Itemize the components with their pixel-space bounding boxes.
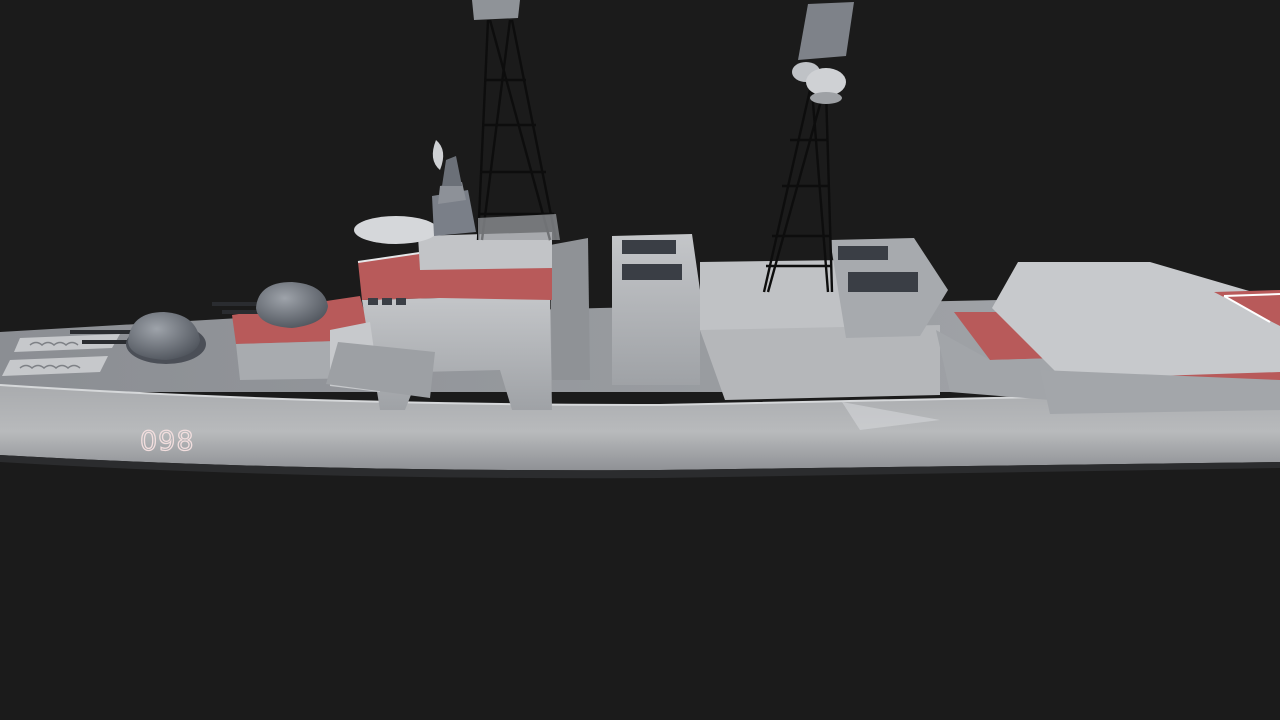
bridge-window <box>396 298 406 305</box>
radar-antenna-icon <box>798 2 854 60</box>
deckhouse-window <box>838 246 888 260</box>
bridge-window <box>382 298 392 305</box>
stack-vent <box>622 240 676 254</box>
radar-dish-icon <box>432 140 444 170</box>
exhaust-stack-block[interactable] <box>612 234 700 385</box>
ship-scene: 098 <box>0 0 1280 479</box>
forward-lattice-mast[interactable] <box>476 19 558 241</box>
deckhouse-window <box>848 272 918 292</box>
game-viewport[interactable]: 098 <box>0 0 1280 720</box>
hull-number: 098 <box>140 426 195 457</box>
stack-vent <box>622 264 682 280</box>
bridge-window <box>368 298 378 305</box>
fire-control-director[interactable] <box>354 140 476 244</box>
aft-mast-radar[interactable] <box>792 2 854 104</box>
aft-hangar[interactable] <box>936 262 1280 414</box>
